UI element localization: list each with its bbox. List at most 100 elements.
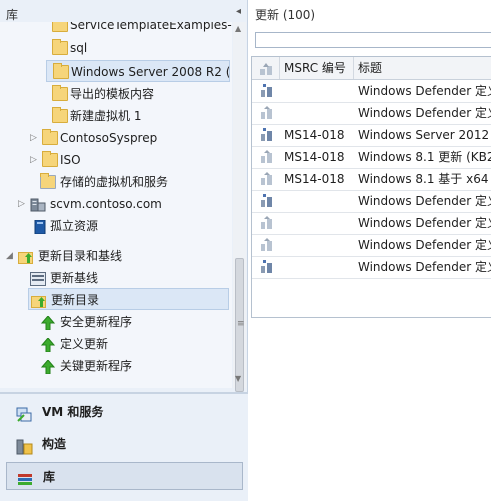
- grip-icon: ≡: [237, 319, 245, 329]
- tree-item-scvm-contoso-com[interactable]: ▷ scvm.contoso.com: [0, 193, 232, 215]
- search-input[interactable]: [255, 32, 491, 48]
- tree-item-update-catalog-and-baselines[interactable]: ◢ 更新目录和基线: [0, 245, 232, 267]
- expand-arrow-icon[interactable]: ▷: [18, 193, 25, 215]
- tree-item-sql[interactable]: sql: [0, 37, 232, 59]
- scroll-down-icon[interactable]: ▼: [235, 374, 241, 383]
- table-row[interactable]: MS14-018 Windows 8.1 基于 x64 的: [252, 168, 491, 191]
- update-icon: [260, 128, 274, 142]
- table-row[interactable]: Windows Defender 定义: [252, 234, 491, 257]
- tree-item-security-updates[interactable]: 安全更新程序: [0, 311, 232, 333]
- grid-header: MSRC 编号 标题: [252, 57, 491, 80]
- green-arrow-icon: [40, 315, 56, 331]
- tree-item-definition-updates[interactable]: 定义更新: [0, 333, 232, 355]
- cell-msrc: [284, 256, 354, 278]
- cell-msrc: MS14-018: [284, 150, 345, 164]
- fabric-icon: [16, 437, 33, 455]
- header-icon-column[interactable]: [252, 57, 280, 79]
- cell-title: Windows Defender 定义: [358, 84, 491, 98]
- folder-icon: [42, 151, 58, 167]
- green-arrow-icon: [40, 337, 56, 353]
- tree-item-label: sql: [70, 41, 88, 55]
- tree-item-stored-vms-and-services[interactable]: 存储的虚拟机和服务: [0, 171, 232, 193]
- update-icon: [260, 194, 274, 208]
- tree-item-iso[interactable]: ▷ ISO: [0, 149, 232, 171]
- cell-msrc: MS14-018: [284, 128, 345, 142]
- tree-item-new-vm-1[interactable]: 新建虚拟机 1: [0, 105, 232, 127]
- table-row[interactable]: MS14-018 Windows 8.1 更新 (KB29: [252, 146, 491, 169]
- scroll-up-icon[interactable]: ▲: [235, 24, 241, 33]
- expand-arrow-icon[interactable]: ▷: [30, 127, 37, 149]
- tree-item-update-catalog[interactable]: ◢ 更新目录: [28, 288, 229, 310]
- nav-library[interactable]: 库: [6, 462, 243, 490]
- cell-title: Windows 8.1 更新 (KB29: [358, 150, 491, 164]
- cell-title: Windows Defender 定义: [358, 238, 491, 252]
- updates-grid: MSRC 编号 标题 Windows Defender 定义 Windows D…: [251, 56, 491, 318]
- scrollbar-thumb[interactable]: ≡: [235, 258, 245, 392]
- tree-item-service-template-examples[interactable]: ServiceTemplateExamples-0: [0, 22, 232, 36]
- header-msrc[interactable]: MSRC 编号: [280, 57, 354, 79]
- cell-title: Windows Server 2012 R: [358, 128, 491, 142]
- nav-fabric[interactable]: 构造: [6, 430, 243, 458]
- green-arrow-icon: [40, 359, 56, 375]
- folder-icon: [42, 129, 58, 145]
- tree-item-label: 定义更新: [60, 337, 109, 351]
- update-icon: [260, 238, 274, 252]
- grid-empty-area: [252, 287, 491, 317]
- update-folder-icon: [18, 249, 34, 264]
- orphan-icon: [32, 219, 48, 235]
- folder-icon: [53, 63, 69, 79]
- table-row[interactable]: Windows Defender 定义: [252, 256, 491, 279]
- tree-scrollbar[interactable]: ▲ ≡ ▼: [233, 22, 246, 392]
- tree-item-label: ContosoSysprep: [60, 131, 158, 145]
- update-icon: [260, 106, 274, 120]
- tree-item-label: 关键更新程序: [60, 359, 133, 373]
- table-row[interactable]: MS14-018 Windows Server 2012 R: [252, 124, 491, 147]
- table-row[interactable]: Windows Defender 定义: [252, 190, 491, 213]
- tree-item-label: 导出的模板内容: [70, 87, 155, 101]
- update-icon: [260, 260, 274, 274]
- update-icon: [260, 216, 274, 230]
- folder-icon: [52, 107, 68, 123]
- tree-item-label: ServiceTemplateExamples-0: [70, 22, 232, 32]
- header-title[interactable]: 标题: [354, 57, 491, 79]
- nav-label: VM 和服务: [42, 405, 104, 419]
- server-icon: [30, 197, 46, 212]
- collapse-pane-button[interactable]: ◂: [236, 6, 241, 17]
- cell-msrc: [284, 234, 354, 256]
- baseline-icon: [30, 271, 46, 286]
- cell-msrc: [284, 102, 354, 124]
- update-icon: [260, 172, 274, 186]
- tree-item-update-baselines[interactable]: 更新基线: [0, 267, 232, 289]
- nav-vms-and-services[interactable]: VM 和服务: [6, 398, 243, 426]
- update-icon: [260, 150, 274, 164]
- table-row[interactable]: Windows Defender 定义: [252, 212, 491, 235]
- tree-item-contososysprep[interactable]: ▷ ContosoSysprep: [0, 127, 232, 149]
- cell-msrc: [284, 80, 354, 102]
- tree-item-label: 孤立资源: [50, 219, 99, 233]
- table-row[interactable]: Windows Defender 定义: [252, 102, 491, 125]
- tree-item-label: scvm.contoso.com: [50, 197, 162, 211]
- nav-label: 构造: [42, 437, 67, 451]
- expand-arrow-icon[interactable]: ▷: [30, 149, 37, 171]
- catalog-icon: [31, 293, 47, 308]
- library-pane: 库 ◂ ServiceTemplateExamples-0 sql Window…: [0, 0, 248, 501]
- library-icon: [17, 470, 33, 485]
- tree-item-orphaned-resources[interactable]: 孤立资源: [0, 215, 232, 237]
- tree-item-label: 存储的虚拟机和服务: [60, 175, 169, 189]
- tree-item-windows-server-2008-r2[interactable]: Windows Server 2008 R2 (64-: [46, 60, 230, 82]
- cell-msrc: MS14-018: [284, 172, 345, 186]
- collapse-arrow-icon[interactable]: ◢: [6, 245, 13, 267]
- table-row[interactable]: Windows Defender 定义: [252, 80, 491, 103]
- tree-item-exported-template-content[interactable]: 导出的模板内容: [0, 83, 232, 105]
- pane-title: 库: [6, 8, 19, 22]
- updates-pane: 更新 (100) MSRC 编号 标题 Windows Defender 定义 …: [249, 0, 491, 499]
- library-tree: ServiceTemplateExamples-0 sql Windows Se…: [0, 22, 232, 388]
- tree-item-label: 更新目录: [51, 293, 100, 307]
- cell-title: Windows Defender 定义: [358, 194, 491, 208]
- tree-item-label: Windows Server 2008 R2 (64-: [71, 65, 230, 79]
- tree-item-label: 安全更新程序: [60, 315, 133, 329]
- vm-services-icon: [16, 405, 32, 422]
- tree-item-critical-updates[interactable]: 关键更新程序: [0, 355, 232, 377]
- folder-icon: [52, 39, 68, 55]
- updates-title: 更新 (100): [255, 8, 316, 22]
